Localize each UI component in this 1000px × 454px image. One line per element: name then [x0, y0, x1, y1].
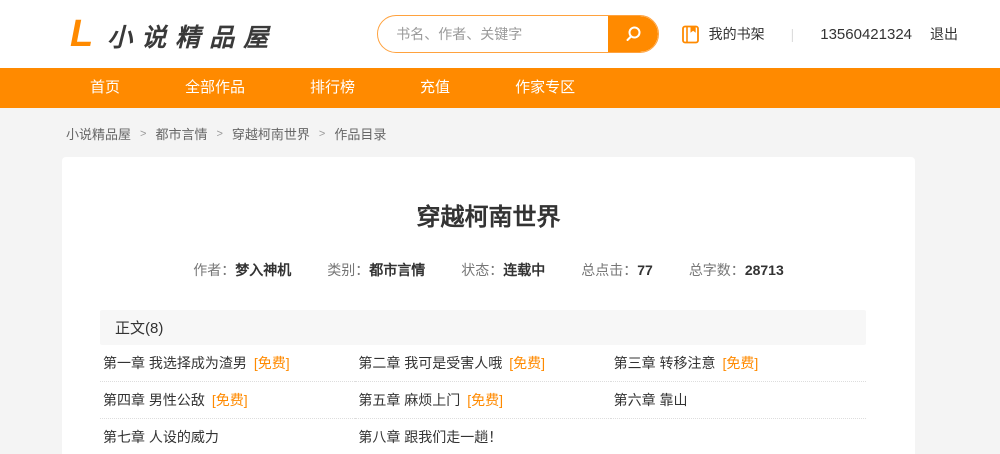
nav-item[interactable]: 全部作品 [165, 68, 265, 108]
chapter-title: 第六章 靠山 [614, 392, 688, 408]
book-meta-item: 总字数：28713 [689, 260, 784, 280]
chapter-link[interactable]: 第七章 人设的威力[免费] [100, 427, 219, 447]
book-title: 穿越柯南世界 [62, 157, 915, 232]
breadcrumb-link[interactable]: 都市言情 [155, 124, 207, 143]
free-badge: [免费] [254, 355, 290, 371]
chapter-link[interactable]: 第二章 我可是受害人哦 [免费] [355, 353, 545, 373]
chapter-row: 第五章 麻烦上门 [免费] [355, 382, 610, 419]
chapter-link[interactable]: 第一章 我选择成为渣男 [免费] [100, 353, 290, 373]
header-user-area: 我的书架 | 13560421324 退出 [680, 24, 958, 45]
chapter-row: 第三章 转移注意 [免费] [611, 345, 866, 382]
breadcrumb-item: 穿越柯南世界 > [232, 124, 334, 143]
user-phone-number: 13560421324 [820, 26, 912, 43]
chapter-title: 第三章 转移注意 [614, 355, 716, 371]
chapter-link[interactable]: 第五章 麻烦上门 [免费] [355, 390, 503, 410]
chapter-title: 第四章 男性公敌 [103, 392, 205, 408]
logo-l-icon: L [70, 15, 93, 53]
chapter-title: 第二章 我可是受害人哦 [358, 355, 502, 371]
search-icon [623, 24, 643, 44]
chapter-row: 第一章 我选择成为渣男 [免费] [100, 345, 355, 382]
breadcrumb: 小说精品屋 > 都市言情 > 穿越柯南世界 > 作品目录 > [0, 108, 1000, 157]
bookshelf-label: 我的书架 [709, 24, 765, 44]
free-badge: [免费] [509, 355, 545, 371]
nav-item[interactable]: 首页 [70, 68, 140, 108]
meta-label: 状态： [461, 262, 503, 278]
meta-value: 28713 [745, 262, 784, 278]
meta-value: 梦入神机 [235, 262, 291, 278]
chapter-row: 第六章 靠山[免费] [611, 382, 866, 419]
chapter-row: 第八章 跟我们走一趟！[免费] [355, 419, 610, 454]
chapter-row: 第四章 男性公敌 [免费] [100, 382, 355, 419]
free-badge: [免费] [212, 392, 248, 408]
book-meta-item: 作者：梦入神机 [193, 260, 291, 280]
chapter-title: 第一章 我选择成为渣男 [103, 355, 247, 371]
nav-item[interactable]: 排行榜 [290, 68, 375, 108]
section-header: 正文(8) [100, 310, 866, 345]
book-meta-item: 状态：连载中 [461, 260, 545, 280]
header-divider: | [791, 26, 795, 42]
chapter-link[interactable]: 第三章 转移注意 [免费] [611, 353, 759, 373]
book-directory-card: 穿越柯南世界 作者：梦入神机 类别：都市言情 状态：连载中 总点击：77 总字数… [62, 157, 915, 454]
book-meta-row: 作者：梦入神机 类别：都市言情 状态：连载中 总点击：77 总字数：28713 [62, 260, 915, 280]
site-logo[interactable]: L 小说精品屋 [70, 15, 277, 54]
breadcrumb-link[interactable]: 小说精品屋 [66, 124, 131, 143]
bookshelf-icon [680, 24, 701, 45]
chapter-link[interactable]: 第六章 靠山[免费] [611, 390, 688, 410]
free-badge: [免费] [467, 392, 503, 408]
search-button[interactable] [608, 16, 658, 52]
chapter-row: 第七章 人设的威力[免费] [100, 419, 355, 454]
chapter-link[interactable]: 第八章 跟我们走一趟！[免费] [355, 427, 502, 447]
book-meta-item: 类别：都市言情 [327, 260, 425, 280]
meta-value: 连载中 [503, 262, 545, 278]
breadcrumb-item: 都市言情 > [155, 124, 231, 143]
meta-label: 总点击： [581, 262, 637, 278]
chapter-link[interactable]: 第四章 男性公敌 [免费] [100, 390, 248, 410]
site-name: 小说精品屋 [107, 18, 277, 54]
nav-item[interactable]: 作家专区 [495, 68, 595, 108]
my-bookshelf-link[interactable]: 我的书架 [680, 24, 765, 45]
chapter-title: 第五章 麻烦上门 [358, 392, 460, 408]
logout-link[interactable]: 退出 [930, 24, 958, 44]
meta-label: 类别： [327, 262, 369, 278]
breadcrumb-link[interactable]: 作品目录 [334, 124, 386, 143]
free-badge: [免费] [723, 355, 759, 371]
breadcrumb-separator-icon: > [319, 128, 325, 140]
breadcrumb-separator-icon: > [216, 128, 222, 140]
search-box [377, 15, 659, 53]
breadcrumb-separator-icon: > [140, 128, 146, 140]
main-nav: 首页 全部作品 排行榜 充值 作家专区 [0, 68, 1000, 108]
top-header: L 小说精品屋 我的书架 | 135604213 [0, 0, 1000, 68]
chapter-row: 第二章 我可是受害人哦 [免费] [355, 345, 610, 382]
breadcrumb-link[interactable]: 穿越柯南世界 [232, 124, 310, 143]
book-meta-item: 总点击：77 [581, 260, 653, 280]
breadcrumb-item: 作品目录 > [334, 124, 386, 143]
chapter-title: 第七章 人设的威力 [103, 429, 219, 445]
nav-item[interactable]: 充值 [400, 68, 470, 108]
chapter-list: 第一章 我选择成为渣男 [免费] 第二章 我可是受害人哦 [免费] 第三章 转移注意… [100, 345, 866, 454]
meta-label: 总字数： [689, 262, 745, 278]
chapter-title: 第八章 跟我们走一趟！ [358, 429, 502, 445]
meta-value: 都市言情 [369, 262, 425, 278]
meta-value: 77 [637, 262, 653, 278]
breadcrumb-item: 小说精品屋 > [66, 124, 155, 143]
meta-label: 作者： [193, 262, 235, 278]
search-input[interactable] [378, 16, 608, 52]
